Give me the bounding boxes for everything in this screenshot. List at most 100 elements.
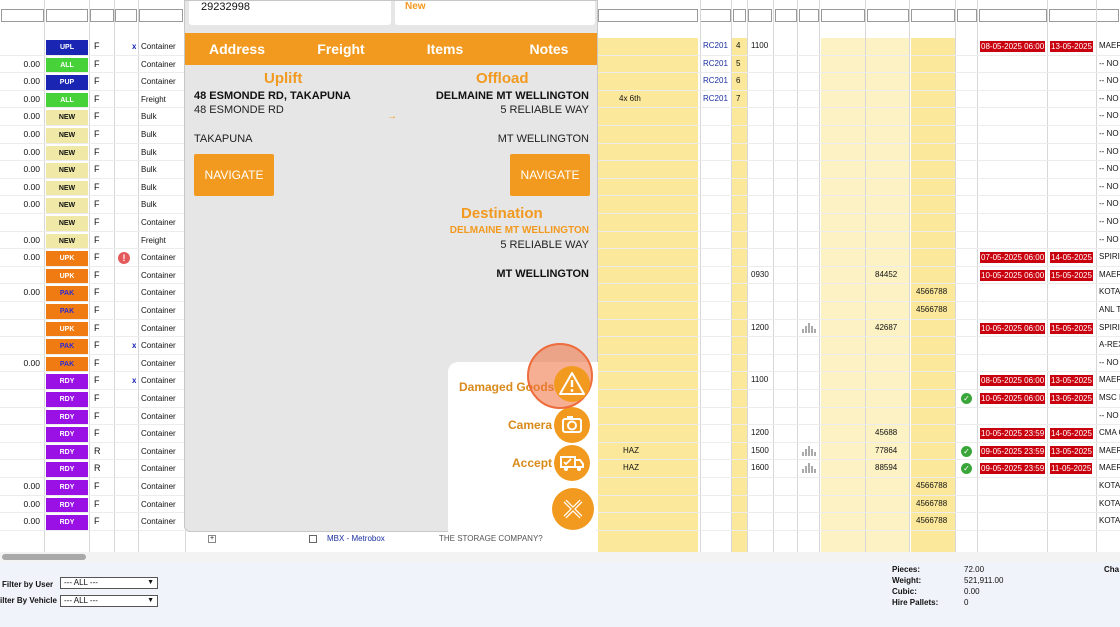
- camera-label[interactable]: Camera: [508, 418, 552, 432]
- row-flag: F: [94, 481, 100, 491]
- row-amount: 0.00: [23, 111, 40, 122]
- status-badge: NEW: [46, 233, 88, 249]
- status-badge: UPK: [46, 251, 88, 266]
- filter-cell[interactable]: [46, 9, 88, 22]
- filter-cell[interactable]: [139, 9, 183, 22]
- horizontal-scrollbar[interactable]: [0, 552, 1120, 562]
- row-flag: F: [94, 393, 100, 403]
- accept-button[interactable]: [554, 445, 590, 481]
- expand-icon[interactable]: +: [208, 535, 216, 543]
- eta-date: 07-05-2025 06:00: [980, 252, 1046, 264]
- route-link[interactable]: RC201: [703, 41, 728, 50]
- filter-cell[interactable]: [700, 9, 731, 22]
- carrier-name: -- NO: [1099, 93, 1119, 103]
- uplift-suburb: TAKAPUNA: [194, 133, 253, 145]
- camera-button[interactable]: [554, 407, 590, 443]
- tab-freight[interactable]: Freight: [289, 33, 393, 65]
- carrier-name: -- NO: [1099, 76, 1119, 86]
- status-badge: RDY: [46, 392, 88, 407]
- carrier-name: -- NO: [1099, 181, 1119, 191]
- close-menu-button[interactable]: [552, 488, 594, 530]
- tab-address[interactable]: Address: [185, 33, 289, 65]
- filter-cell[interactable]: [733, 9, 746, 22]
- bottom-row-link[interactable]: MBX - Metrobox: [327, 534, 385, 543]
- filter-user-select[interactable]: --- ALL --- ▼: [60, 577, 158, 589]
- row-status: NEW: [46, 161, 88, 178]
- row-flag: F: [94, 305, 100, 315]
- route-link[interactable]: RC201: [703, 94, 728, 103]
- damaged-goods-button[interactable]: [554, 366, 590, 402]
- row-flag: F: [94, 498, 100, 509]
- filter-cell[interactable]: [1049, 9, 1119, 22]
- filter-cell[interactable]: [1, 9, 44, 22]
- filter-cell[interactable]: [748, 9, 772, 22]
- tab-notes[interactable]: Notes: [497, 33, 597, 65]
- row-status: NEW: [46, 126, 88, 143]
- filter-cell[interactable]: [598, 9, 698, 22]
- uplift-navigate-button[interactable]: NAVIGATE: [194, 154, 274, 196]
- grid-cell: 45688: [875, 428, 898, 438]
- row-status: RDY: [46, 478, 88, 495]
- row-flag: F: [94, 76, 100, 87]
- filter-cell[interactable]: [799, 9, 819, 22]
- status-badge: PAK: [46, 286, 88, 301]
- carrier-name: -- NO: [1099, 58, 1119, 68]
- carrier-name: MAER: [1099, 269, 1120, 279]
- row-type: Freight: [141, 235, 166, 245]
- row-type: Container: [141, 77, 176, 87]
- carrier-name: -- NO: [1099, 217, 1119, 226]
- filter-cell[interactable]: [90, 9, 114, 22]
- offload-navigate-button[interactable]: NAVIGATE: [510, 154, 590, 196]
- row-flag: F: [94, 375, 100, 386]
- row-status: ALL: [46, 56, 88, 73]
- row-checkbox[interactable]: [309, 535, 317, 543]
- status-badge: ALL: [46, 57, 88, 73]
- route-link[interactable]: RC201: [703, 59, 728, 68]
- signal-icon: [801, 462, 817, 476]
- row-status: PAK: [46, 337, 88, 354]
- grid-cell: 4566788: [916, 516, 948, 526]
- filter-cell[interactable]: [821, 9, 865, 22]
- alert-icon[interactable]: !: [118, 252, 130, 265]
- row-amount: 0.00: [23, 498, 40, 509]
- row-flag: F: [94, 129, 100, 139]
- status-badge: RDY: [46, 444, 88, 460]
- filter-cell[interactable]: [775, 9, 797, 22]
- arrow-icon: →: [387, 111, 397, 122]
- row-flag: F: [94, 217, 100, 227]
- filter-cell[interactable]: [867, 9, 909, 22]
- row-type: Container: [141, 429, 176, 439]
- row-status: NEW: [46, 214, 88, 231]
- filter-cell[interactable]: [979, 9, 1047, 22]
- row-type: Freight: [141, 94, 166, 104]
- tab-items[interactable]: Items: [393, 33, 497, 65]
- row-amount: 0.00: [23, 146, 40, 157]
- bottom-row-company: THE STORAGE COMPANY?: [439, 534, 543, 543]
- offload-address-line: 5 RELIABLE WAY: [500, 104, 589, 116]
- camera-icon: [562, 416, 582, 433]
- eta-date: 09-05-2025 23:59: [980, 463, 1046, 475]
- grid-cell: 88594: [875, 463, 898, 473]
- scrollbar-thumb[interactable]: [2, 554, 86, 560]
- filter-vehicle-value: --- ALL ---: [64, 596, 98, 605]
- status-badge: NEW: [46, 198, 88, 213]
- route-link[interactable]: RC201: [703, 76, 728, 85]
- grid-cell: 42687: [875, 322, 898, 332]
- filter-cell[interactable]: [911, 9, 955, 22]
- filter-cell[interactable]: [957, 9, 977, 22]
- row-amount: [2, 320, 42, 337]
- filter-cell[interactable]: [115, 9, 137, 22]
- row-type: Container: [141, 288, 176, 298]
- marker-icon: x: [132, 42, 137, 51]
- accept-label[interactable]: Accept: [512, 456, 552, 470]
- row-flag: F: [94, 181, 100, 192]
- offload-name: DELMAINE MT WELLINGTON: [435, 90, 589, 102]
- row-type: Bulk: [141, 182, 157, 192]
- grid-cell: HAZ: [623, 445, 639, 455]
- row-amount: 0.00: [23, 252, 40, 263]
- carrier-name: KOTA: [1099, 481, 1120, 490]
- row-type: Container: [141, 394, 176, 403]
- filter-vehicle-select[interactable]: --- ALL --- ▼: [60, 595, 158, 607]
- carrier-name: A-REX: [1099, 340, 1120, 350]
- due-date: 15-05-2025: [1050, 269, 1093, 281]
